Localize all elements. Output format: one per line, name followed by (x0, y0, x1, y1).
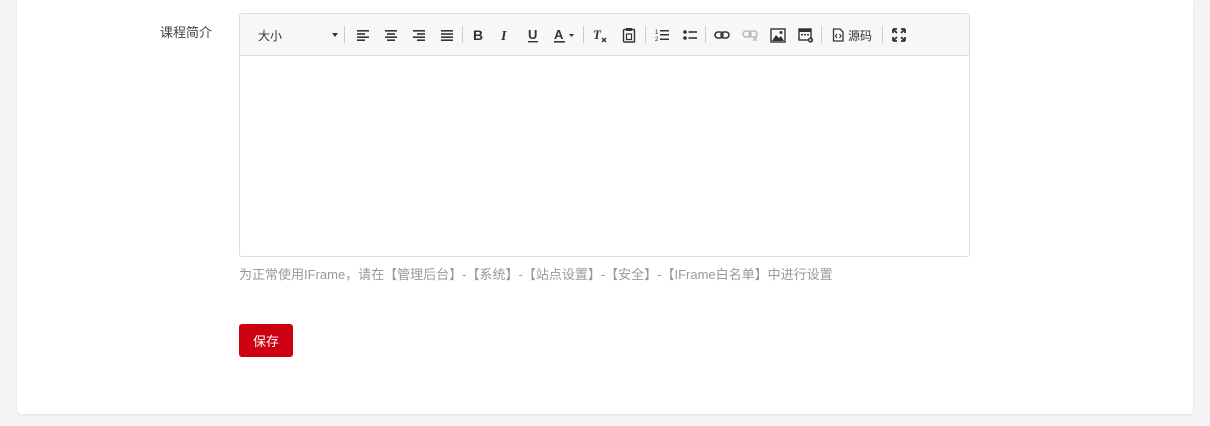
bold-button[interactable]: B (468, 24, 488, 46)
align-right-button[interactable] (408, 24, 430, 46)
toolbar-separator (583, 26, 584, 43)
toolbar-separator (344, 26, 345, 43)
svg-text:2: 2 (655, 37, 659, 42)
source-button[interactable]: 源码 (828, 24, 876, 46)
source-icon (832, 28, 844, 42)
ordered-list-icon: 12 (655, 30, 669, 42)
maximize-icon (892, 28, 906, 42)
font-size-select[interactable]: 大小 (258, 24, 338, 46)
svg-text:T: T (593, 28, 602, 42)
align-right-icon (413, 30, 425, 41)
remove-format-button[interactable]: T (589, 24, 611, 46)
italic-button[interactable]: I (495, 24, 515, 46)
align-left-icon (357, 30, 369, 41)
field-label-course-intro: 课程简介 (160, 25, 213, 40)
underline-button[interactable]: U (523, 24, 543, 46)
toolbar-separator (705, 26, 706, 43)
unordered-list-icon (683, 30, 697, 40)
chevron-down-icon (332, 33, 338, 37)
link-button[interactable] (711, 24, 733, 46)
align-center-button[interactable] (380, 24, 402, 46)
iframe-hint-text: 为正常使用IFrame，请在【管理后台】-【系统】-【站点设置】-【安全】-【I… (239, 267, 833, 282)
align-center-icon (385, 30, 397, 41)
form-card: 课程简介 大小 B I U A T 1 2 源码 为正常使用IFrame，请在【… (17, 0, 1193, 414)
svg-text:I: I (500, 29, 507, 42)
unlink-button[interactable] (739, 24, 761, 46)
editor-content-area[interactable] (240, 56, 969, 256)
svg-text:U: U (528, 28, 537, 42)
link-icon (714, 31, 730, 39)
toolbar-separator (882, 26, 883, 43)
ordered-list-button[interactable]: 12 (651, 24, 673, 46)
unordered-list-button[interactable] (679, 24, 701, 46)
media-icon (798, 27, 814, 43)
paste-text-button[interactable] (618, 24, 640, 46)
font-color-button[interactable]: A (551, 24, 579, 46)
remove-format-icon: T (593, 28, 607, 42)
align-left-button[interactable] (352, 24, 374, 46)
toolbar-separator (645, 26, 646, 43)
unlink-icon (742, 30, 758, 41)
italic-icon: I (500, 29, 507, 42)
source-label: 源码 (847, 28, 872, 43)
svg-text:A: A (554, 28, 564, 42)
maximize-button[interactable] (888, 24, 910, 46)
media-button[interactable] (795, 24, 817, 46)
svg-text:B: B (473, 28, 483, 42)
paste-text-icon (622, 28, 636, 43)
align-justify-icon (441, 30, 453, 41)
toolbar-separator (462, 26, 463, 43)
svg-text:1: 1 (655, 30, 659, 36)
underline-icon: U (528, 28, 538, 42)
editor-toolbar: 大小 B I U A T 1 2 源码 (240, 14, 969, 56)
save-button[interactable]: 保存 (239, 324, 293, 357)
rich-text-editor: 大小 B I U A T 1 2 源码 (239, 13, 970, 257)
image-button[interactable] (767, 24, 789, 46)
image-icon (770, 27, 786, 43)
bold-icon: B (473, 28, 483, 42)
font-size-value: 大小 (258, 28, 283, 43)
font-color-icon: A (554, 28, 574, 43)
align-justify-button[interactable] (436, 24, 458, 46)
toolbar-separator (821, 26, 822, 43)
